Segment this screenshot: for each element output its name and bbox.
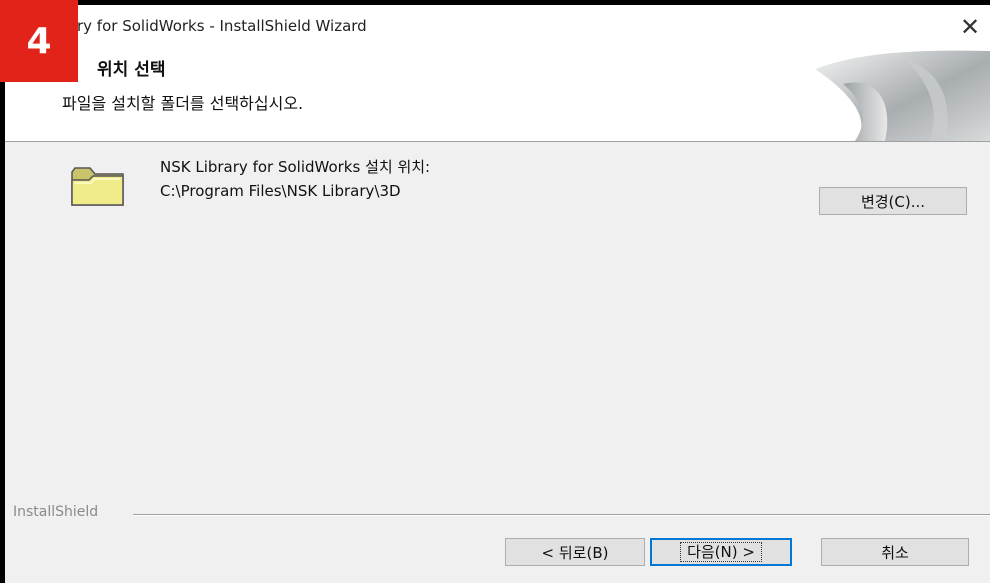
footer-divider <box>133 514 990 516</box>
install-path: C:\Program Files\NSK Library\3D <box>160 182 401 200</box>
cancel-button[interactable]: 취소 <box>821 538 969 566</box>
back-button[interactable]: < 뒤로(B) <box>505 538 645 566</box>
installshield-wizard-window: ry for SolidWorks - InstallShield Wizard… <box>5 5 990 583</box>
install-location-label: NSK Library for SolidWorks 설치 위치: <box>160 158 431 176</box>
folder-icon <box>71 167 124 206</box>
title-bar: ry for SolidWorks - InstallShield Wizard… <box>5 5 990 49</box>
header-subtitle: 파일을 설치할 폴더를 선택하십시오. <box>62 94 304 113</box>
next-button[interactable]: 다음(N) > <box>650 538 792 566</box>
close-icon: ✕ <box>959 13 981 41</box>
close-button[interactable]: ✕ <box>950 11 990 43</box>
step-number-badge: 4 <box>0 0 78 82</box>
window-title: ry for SolidWorks - InstallShield Wizard <box>77 17 367 35</box>
installshield-brand-label: InstallShield <box>13 504 99 520</box>
wizard-header: 위치 선택 파일을 설치할 폴더를 선택하십시오. <box>5 49 990 142</box>
change-button[interactable]: 변경(C)... <box>819 187 967 215</box>
wizard-content: NSK Library for SolidWorks 설치 위치: C:\Pro… <box>5 142 990 583</box>
next-button-label: 다음(N) > <box>680 542 762 562</box>
installshield-banner-graphic <box>815 50 990 141</box>
header-title: 위치 선택 <box>97 60 166 80</box>
